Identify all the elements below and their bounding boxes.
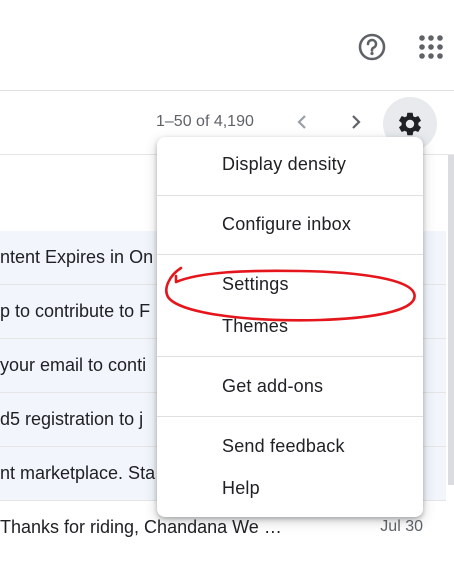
menu-item-themes[interactable]: Themes (222, 316, 288, 337)
menu-item-help[interactable]: Help (222, 478, 260, 499)
menu-item-get-add-ons[interactable]: Get add-ons (222, 376, 323, 397)
menu-divider (157, 416, 423, 417)
message-snippet: d5 registration to j (0, 409, 144, 429)
message-snippet: your email to conti (0, 355, 147, 375)
message-snippet: ntent Expires in On (0, 247, 154, 267)
message-snippet: p to contribute to F (0, 301, 151, 321)
menu-divider (157, 356, 423, 357)
apps-grid-icon[interactable] (414, 30, 448, 64)
message-snippet: nt marketplace. Sta (0, 463, 156, 483)
pagination-count: 1–50 of 4,190 (156, 113, 254, 130)
menu-item-display-density[interactable]: Display density (222, 154, 346, 175)
chevron-left-icon[interactable] (290, 110, 314, 134)
message-snippet: Thanks for riding, Chandana We … (0, 517, 282, 537)
message-date: Jul 30 (380, 518, 423, 535)
menu-item-configure-inbox[interactable]: Configure inbox (222, 214, 351, 235)
chevron-right-icon[interactable] (344, 110, 368, 134)
vertical-scrollbar[interactable] (448, 155, 454, 485)
menu-item-send-feedback[interactable]: Send feedback (222, 436, 345, 457)
menu-divider (157, 195, 423, 196)
settings-menu: Display density Configure inbox Settings… (157, 137, 423, 517)
help-icon[interactable] (355, 30, 389, 64)
menu-item-settings[interactable]: Settings (222, 274, 289, 295)
menu-divider (157, 254, 423, 255)
